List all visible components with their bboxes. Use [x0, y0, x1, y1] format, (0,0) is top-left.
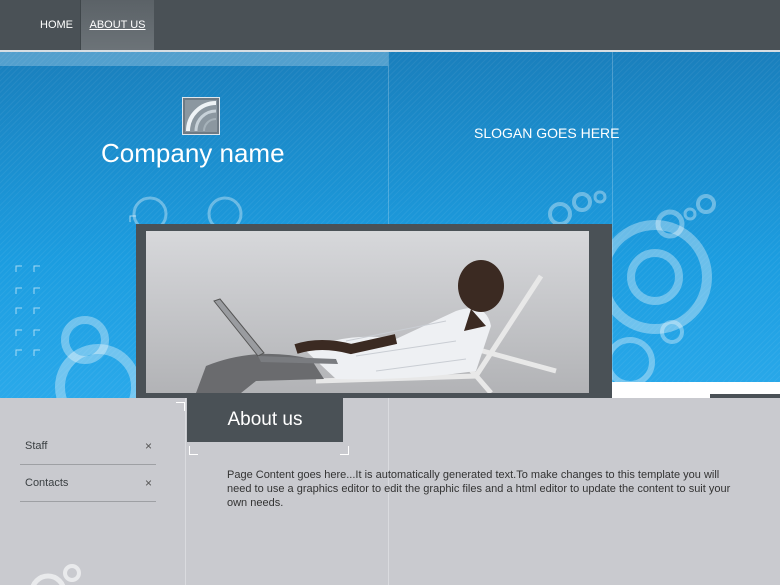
close-icon[interactable]: × — [145, 428, 152, 464]
content-area: Staff × Contacts × About us Page Content… — [0, 398, 780, 585]
sidebar-menu: Staff × Contacts × — [20, 428, 156, 502]
content-divider — [185, 398, 186, 585]
top-navigation: HOME ABOUT US — [0, 0, 780, 50]
close-icon[interactable]: × — [145, 465, 152, 501]
company-logo-icon — [182, 97, 220, 135]
nav-home-link[interactable]: HOME — [40, 0, 73, 50]
hero-photo-frame — [136, 224, 612, 398]
sidebar-item-staff[interactable]: Staff × — [20, 428, 156, 465]
page-content-text: Page Content goes here...It is automatic… — [227, 469, 731, 509]
sidebar-item-contacts[interactable]: Contacts × — [20, 465, 156, 502]
sidebar-item-label: Contacts — [25, 477, 69, 489]
corner-mark — [340, 446, 349, 455]
decorative-circles — [30, 564, 81, 585]
company-name: Company name — [101, 138, 285, 168]
corner-mark — [189, 446, 198, 455]
corner-mark — [176, 402, 185, 411]
nav-about-us-link[interactable]: ABOUT US — [80, 0, 154, 50]
sidebar-item-label: Staff — [25, 440, 48, 452]
hero-photo — [146, 231, 589, 393]
header-banner: Company name SLOGAN GOES HERE — [0, 52, 780, 398]
page-title: About us — [187, 398, 343, 442]
slogan: SLOGAN GOES HERE — [474, 125, 620, 141]
man-with-laptop-illustration — [196, 260, 557, 393]
